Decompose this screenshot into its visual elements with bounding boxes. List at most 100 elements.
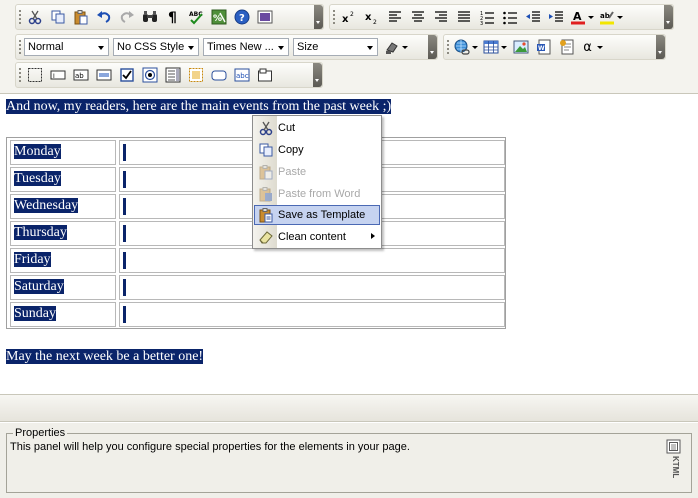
outdent-button[interactable]	[522, 6, 544, 28]
insert-text-area-button[interactable]: ab	[70, 64, 92, 86]
redo-button[interactable]	[116, 6, 138, 28]
chevron-down-icon	[402, 45, 408, 49]
insert-select-list-button[interactable]	[162, 64, 184, 86]
day-cell[interactable]: Tuesday	[10, 167, 116, 192]
menu-item-label: Save as Template	[278, 209, 366, 221]
special-character-button[interactable]: α	[579, 36, 607, 58]
font-size-select[interactable]: Size	[293, 38, 378, 56]
align-right-button[interactable]	[430, 6, 452, 28]
menu-item-save-as-template[interactable]: Save as Template	[254, 205, 380, 225]
insert-label-button[interactable]: abc	[231, 64, 253, 86]
day-cell[interactable]: Monday	[10, 140, 116, 165]
chevron-right-icon	[371, 233, 375, 239]
chevron-down-icon	[364, 39, 377, 55]
day-cell[interactable]: Sunday	[10, 302, 116, 327]
toolbar-options-handle[interactable]	[313, 63, 322, 87]
insert-fieldset-button[interactable]	[254, 64, 276, 86]
toolbar-options-handle[interactable]	[314, 5, 323, 29]
font-color-button[interactable]: A	[568, 6, 596, 28]
menu-item-copy[interactable]: Copy	[254, 140, 380, 160]
properties-fieldset: Properties This panel will help you conf…	[6, 427, 692, 493]
ordered-list-button[interactable]: 123	[476, 6, 498, 28]
insert-button-button[interactable]	[208, 64, 230, 86]
day-cell[interactable]: Saturday	[10, 275, 116, 300]
event-cell[interactable]	[119, 248, 505, 273]
toolbar-area: ¶ ABC % ? x2 x2 1 2 3 A ab Normal No CSS…	[0, 0, 698, 94]
menu-item-paste-from-word[interactable]: Paste from Word	[254, 184, 380, 204]
menu-item-cut[interactable]: Cut	[254, 118, 380, 138]
paragraph-style-select[interactable]: Normal	[24, 38, 109, 56]
unordered-list-icon	[503, 11, 517, 25]
day-cell[interactable]: Wednesday	[10, 194, 116, 219]
source-view-button[interactable]	[254, 6, 276, 28]
day-cell[interactable]: Friday	[10, 248, 116, 273]
align-center-button[interactable]	[407, 6, 429, 28]
spell-check-button[interactable]: ABC	[185, 6, 207, 28]
css-style-select[interactable]: No CSS Style	[113, 38, 199, 56]
help-button[interactable]: ?	[231, 6, 253, 28]
menu-item-paste[interactable]: Paste	[254, 162, 380, 182]
event-cell[interactable]	[119, 275, 505, 300]
form-icon	[28, 68, 42, 82]
day-label: Wednesday	[14, 198, 79, 213]
day-label: Monday	[14, 144, 61, 159]
outro-paragraph[interactable]: May the next week be a better one!	[6, 349, 204, 365]
insert-file-field-button[interactable]	[185, 64, 207, 86]
globe-link-icon	[454, 39, 470, 55]
insert-image-button[interactable]	[510, 36, 532, 58]
selected-cell-marker	[123, 198, 126, 215]
unordered-list-button[interactable]	[499, 6, 521, 28]
justify-button[interactable]	[453, 6, 475, 28]
font-family-value: Times New ...	[207, 41, 274, 53]
day-label: Sunday	[14, 306, 56, 321]
svg-text:I: I	[53, 73, 55, 80]
menu-item-clean-content[interactable]: Clean content	[254, 227, 380, 247]
copy-button[interactable]	[47, 6, 69, 28]
insert-hidden-field-button[interactable]	[93, 64, 115, 86]
toolbar-insert-group: W α	[443, 34, 666, 60]
insert-checkbox-button[interactable]	[116, 64, 138, 86]
event-cell[interactable]	[119, 302, 505, 327]
day-cell[interactable]: Thursday	[10, 221, 116, 246]
subscript-button[interactable]: x2	[361, 6, 383, 28]
cut-icon	[259, 121, 273, 136]
select-list-icon	[165, 67, 181, 83]
highlight-color-button[interactable]: ab	[597, 6, 625, 28]
insert-file-button[interactable]	[556, 36, 578, 58]
chevron-down-icon	[596, 45, 603, 49]
selected-cell-marker	[123, 306, 126, 323]
insert-word-doc-button[interactable]: W	[533, 36, 555, 58]
toolbar-edit-group: ¶ ABC % ?	[15, 4, 324, 30]
find-button[interactable]	[139, 6, 161, 28]
align-right-icon	[435, 11, 447, 22]
selected-cell-marker	[123, 225, 126, 242]
toolbar-options-handle[interactable]	[428, 35, 437, 59]
insert-text-field-button[interactable]: I	[47, 64, 69, 86]
superscript-button[interactable]: x2	[338, 6, 360, 28]
toolbar-options-handle[interactable]	[664, 5, 673, 29]
paste-button[interactable]	[70, 6, 92, 28]
indent-button[interactable]	[545, 6, 567, 28]
selected-cell-marker	[123, 279, 126, 296]
clean-html-button[interactable]: %	[208, 6, 230, 28]
format-painter-button[interactable]	[382, 36, 410, 58]
insert-table-button[interactable]	[481, 36, 509, 58]
align-left-button[interactable]	[384, 6, 406, 28]
word-document-icon: W	[537, 39, 551, 55]
text-area-icon: ab	[73, 69, 89, 81]
outro-text: May the next week be a better one!	[6, 349, 204, 364]
css-style-value: No CSS Style	[117, 41, 185, 53]
align-left-icon	[389, 11, 401, 22]
insert-form-button[interactable]	[24, 64, 46, 86]
toolbar-options-handle[interactable]	[656, 35, 665, 59]
show-paragraphs-button[interactable]: ¶	[162, 6, 184, 28]
superscript-icon: x2	[342, 11, 354, 25]
cut-button[interactable]	[24, 6, 46, 28]
copy-icon	[259, 143, 273, 157]
insert-radio-button[interactable]	[139, 64, 161, 86]
insert-link-button[interactable]	[452, 36, 480, 58]
clean-html-icon: %	[211, 9, 227, 25]
intro-paragraph[interactable]: And now, my readers, here are the main e…	[6, 99, 392, 115]
font-family-select[interactable]: Times New ...	[203, 38, 289, 56]
undo-button[interactable]	[93, 6, 115, 28]
